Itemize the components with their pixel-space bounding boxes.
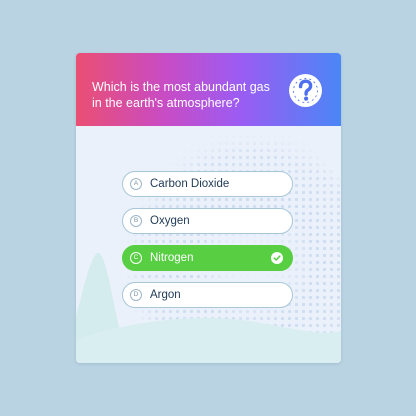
- quiz-card: Which is the most abundant gas in the ea…: [76, 53, 341, 363]
- option-letter: C: [130, 252, 142, 264]
- option-letter: D: [130, 289, 142, 301]
- question-mark-glyph: [293, 78, 318, 103]
- option-label: Nitrogen: [150, 252, 194, 264]
- option-letter: A: [130, 178, 142, 190]
- quiz-header: Which is the most abundant gas in the ea…: [76, 53, 341, 126]
- option-letter: B: [130, 215, 142, 227]
- answer-option-c[interactable]: C Nitrogen: [122, 245, 293, 271]
- option-label: Oxygen: [150, 215, 190, 227]
- answer-option-d[interactable]: D Argon: [122, 282, 293, 308]
- question-text: Which is the most abundant gas in the ea…: [92, 80, 270, 110]
- option-label: Carbon Dioxide: [150, 178, 230, 190]
- check-icon: [271, 252, 283, 264]
- question-mark-icon[interactable]: [289, 74, 322, 107]
- option-label: Argon: [150, 289, 181, 301]
- answer-option-b[interactable]: B Oxygen: [122, 208, 293, 234]
- answer-option-a[interactable]: A Carbon Dioxide: [122, 171, 293, 197]
